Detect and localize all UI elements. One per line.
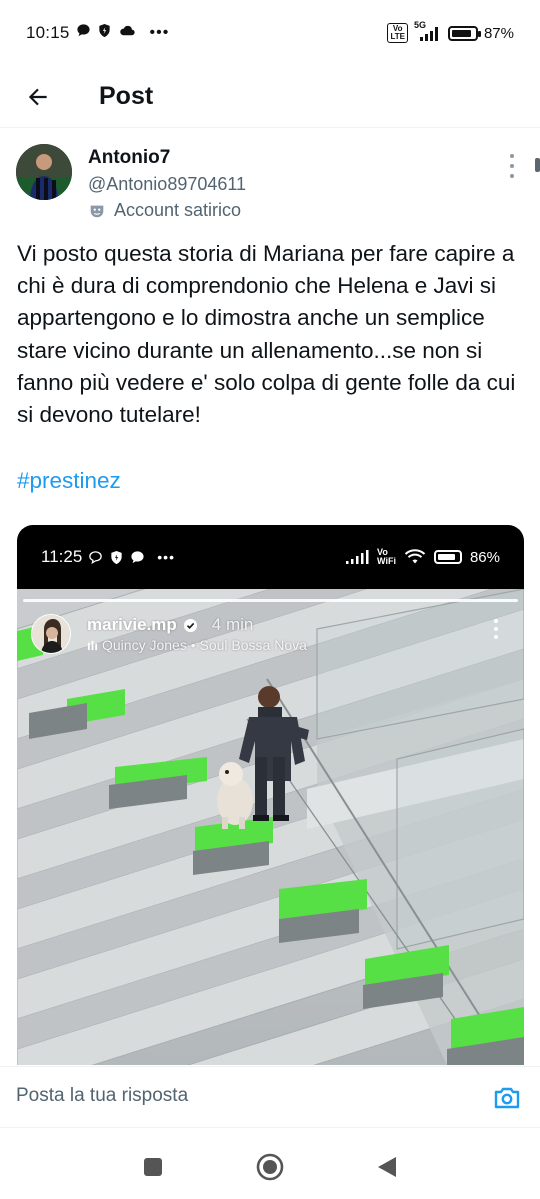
signal-icon: 5G [414,20,442,42]
story-username[interactable]: marivie.mp 4 min [87,615,307,635]
story-username-text: marivie.mp [87,615,177,634]
screenshot-battery-percent: 86% [469,548,500,566]
reply-input[interactable] [16,1085,456,1107]
chat-icon [89,550,103,564]
recent-apps-button[interactable] [138,1152,168,1182]
story-time: 4 min [211,615,254,634]
more-icon: ••• [157,549,175,565]
wifi-icon [404,549,426,564]
camera-icon [494,1087,520,1109]
more-dot [494,635,498,639]
square-icon [144,1158,162,1176]
more-dot [494,619,498,623]
story-header: marivie.mp 4 min Quincy Jones • Soul Bos… [31,611,307,657]
signal-icon [346,550,369,564]
more-dot [510,174,514,178]
tweet-text: Vi posto questa storia di Mariana per fa… [17,241,516,428]
page-title: Post [99,82,154,110]
story-music[interactable]: Quincy Jones • Soul Bossa Nova [87,637,307,653]
theater-mask-icon [90,205,104,217]
avatar[interactable] [16,144,72,200]
message-icon [131,550,144,563]
system-navigation-bar [0,1128,540,1199]
more-dot [510,164,514,168]
more-dot [494,627,498,631]
screenshot-time: 11:25 [41,547,83,566]
top-app-bar: Post [0,66,540,128]
satire-label-text: Account satirico [114,200,242,220]
volte-badge: Vo LTE [387,23,408,43]
battery-icon [433,550,462,564]
shield-icon [97,23,112,43]
story-progress-bar [23,599,518,602]
home-circle-icon [256,1153,284,1181]
instagram-story: marivie.mp 4 min Quincy Jones • Soul Bos… [17,589,524,1065]
satire-label: Account satirico [88,200,241,221]
more-options-button[interactable] [504,154,520,178]
chat-bubble-icon [76,23,91,43]
back-nav-button[interactable] [372,1152,402,1182]
vowifi-label: Vo WiFi [377,547,396,566]
back-button[interactable] [18,77,58,117]
shield-icon [111,550,122,564]
cloud-icon [118,23,136,43]
home-button[interactable] [255,1152,285,1182]
battery-icon [447,25,481,41]
screenshot-notification-icons: ••• [88,549,175,565]
stadium-stairs-photo [17,589,524,1065]
back-arrow-icon [28,88,47,105]
story-more-button[interactable] [492,619,500,639]
more-dot [510,154,514,158]
camera-button[interactable] [492,1083,522,1113]
reply-bar [0,1066,540,1128]
author-name[interactable]: Antonio7 [88,147,170,169]
hashtag-link[interactable]: #prestinez [17,468,121,494]
post-author: Antonio7 @Antonio89704611 Account satiri… [16,142,524,228]
screenshot-status-bar: 11:25 ••• Vo WiFi 86% [17,525,524,589]
music-bars-icon [87,640,98,650]
author-handle[interactable]: @Antonio89704611 [88,174,246,195]
battery-percent: 87% [483,24,514,42]
status-time: 10:15 [26,23,70,42]
post-media[interactable]: 11:25 ••• Vo WiFi 86% marivie.mp 4 min Q… [17,525,524,1065]
triangle-back-icon [378,1157,396,1177]
scroll-indicator [535,158,540,172]
more-notifications-icon: ••• [149,24,170,41]
verified-icon [183,618,197,632]
story-avatar[interactable] [31,614,71,654]
story-music-text: Quincy Jones • Soul Bossa Nova [102,637,307,653]
status-bar: 10:15 ••• Vo LTE 5G 87% [0,0,540,66]
